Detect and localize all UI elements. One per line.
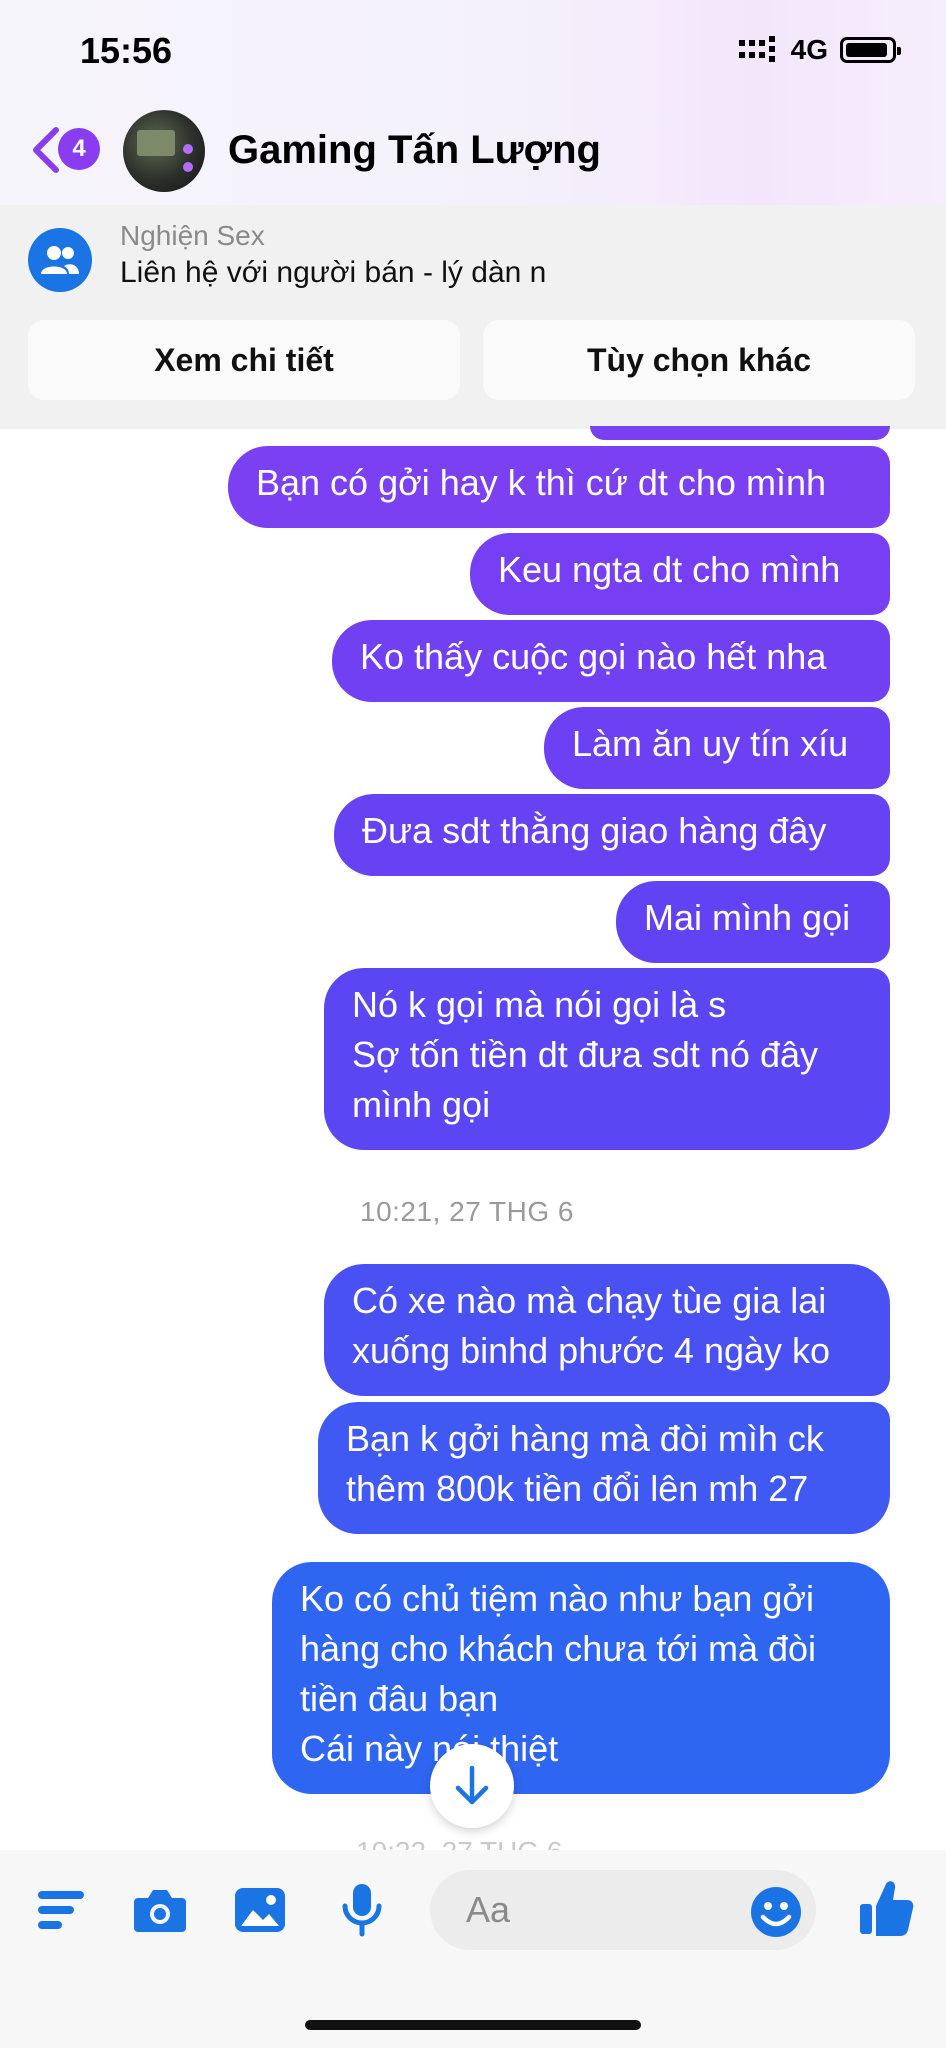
banner-subtitle: Nghiện Sex xyxy=(120,220,265,251)
message-bubble[interactable]: Bạn k gởi hàng mà đòi mìh ck thêm 800k t… xyxy=(318,1402,890,1534)
microphone-icon[interactable] xyxy=(334,1882,390,1938)
avatar[interactable] xyxy=(123,110,205,192)
timestamp: 10:22, 27 THG 6 xyxy=(356,1836,563,1850)
message-input-placeholder: Aa xyxy=(466,1889,511,1930)
status-indicators: 4G xyxy=(738,34,901,66)
message-bubble[interactable]: Keu ngta dt cho mình xyxy=(470,533,890,615)
emoji-icon[interactable] xyxy=(748,1884,804,1940)
gallery-icon[interactable] xyxy=(232,1882,288,1938)
unread-count-badge[interactable]: 4 xyxy=(58,128,100,170)
message-bubble[interactable]: Làm ăn uy tín xíu xyxy=(544,707,890,789)
scroll-down-button[interactable] xyxy=(430,1744,514,1828)
status-time: 15:56 xyxy=(80,30,173,71)
message-bubble[interactable]: Có xe nào mà chạy tùe gia lai xuống binh… xyxy=(324,1264,890,1396)
more-options-button[interactable]: Tùy chọn khác xyxy=(483,320,915,400)
message-bubble[interactable]: Bạn có gởi hay k thì cứ dt cho mình xyxy=(228,446,890,528)
chat-title[interactable]: Gaming Tấn Lượng xyxy=(228,128,601,173)
view-details-button[interactable]: Xem chi tiết xyxy=(28,320,460,400)
arrow-down-icon xyxy=(455,1765,489,1805)
message-bubble[interactable] xyxy=(590,426,890,440)
thumbs-up-icon[interactable] xyxy=(856,1876,916,1940)
battery-icon xyxy=(840,37,901,63)
message-bubble[interactable]: Nó k gọi mà nói gọi là s Sợ tốn tiền dt … xyxy=(324,968,890,1150)
camera-icon[interactable] xyxy=(132,1882,188,1938)
network-type: 4G xyxy=(790,34,828,65)
banner-text: Liên hệ với người bán - lý dàn n xyxy=(120,256,547,289)
group-icon xyxy=(28,228,92,292)
menu-icon[interactable] xyxy=(34,1882,90,1938)
timestamp: 10:21, 27 THG 6 xyxy=(360,1196,574,1227)
signal-icon xyxy=(738,36,775,62)
message-bubble[interactable]: Đưa sdt thằng giao hàng đây xyxy=(334,794,890,876)
message-bubble[interactable]: Mai mình gọi xyxy=(616,881,890,963)
message-bubble[interactable]: Ko thấy cuộc gọi nào hết nha xyxy=(332,620,890,702)
home-indicator xyxy=(305,2020,641,2030)
message-bubble[interactable]: Ko có chủ tiệm nào như bạn gởi hàng cho … xyxy=(272,1562,890,1794)
